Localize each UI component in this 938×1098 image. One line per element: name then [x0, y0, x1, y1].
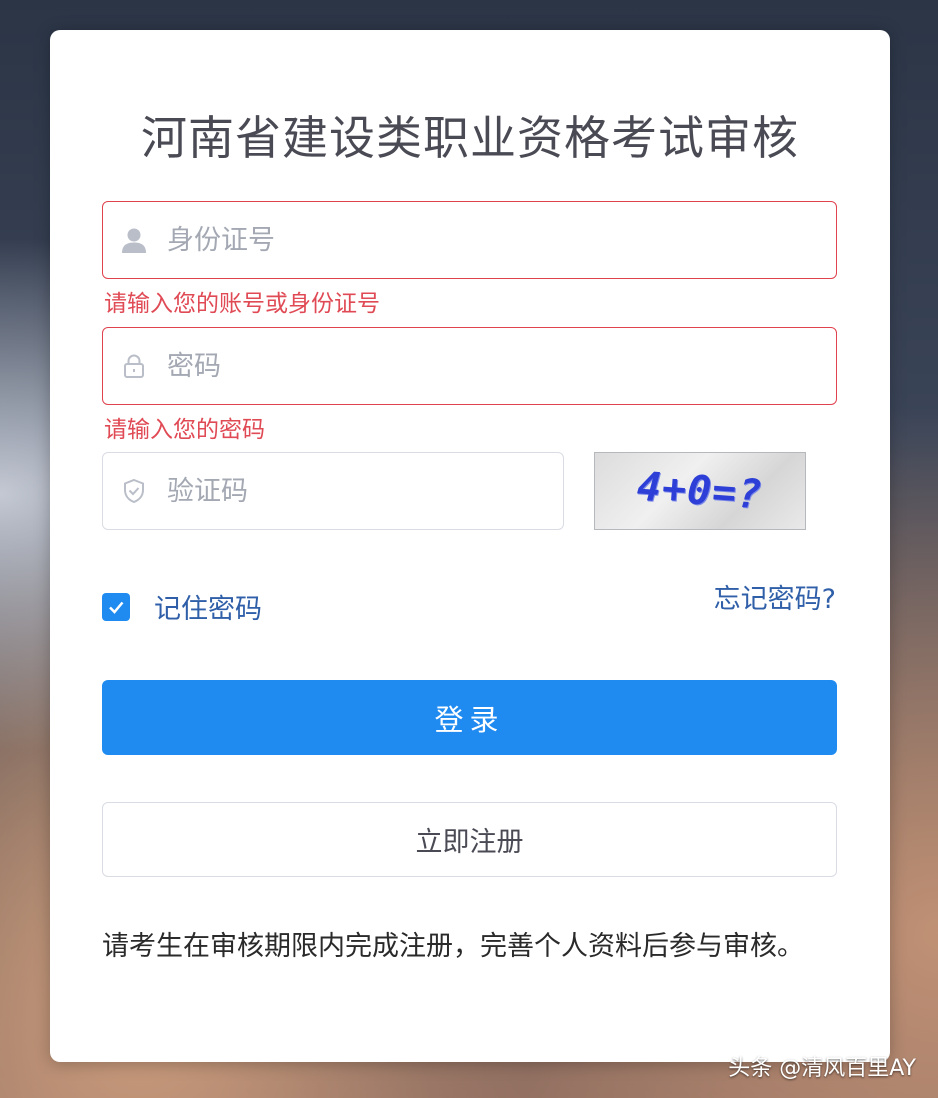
- password-error: 请输入您的密码: [104, 417, 265, 443]
- registration-notice: 请考生在审核期限内完成注册，完善个人资料后参与审核。: [102, 931, 804, 962]
- watermark: 头条 @清风百里AY: [728, 1056, 916, 1081]
- id-number-field[interactable]: [102, 201, 837, 279]
- id-number-error: 请输入您的账号或身份证号: [104, 291, 380, 317]
- login-button[interactable]: 登录: [102, 680, 837, 755]
- captcha-field[interactable]: [102, 452, 564, 530]
- remember-checkbox[interactable]: [102, 592, 130, 621]
- id-number-input[interactable]: [167, 202, 836, 278]
- captcha-image[interactable]: 4+0=?: [594, 452, 806, 530]
- remember-password-toggle[interactable]: 记住密码: [102, 587, 262, 626]
- login-card: 河南省建设类职业资格考试审核 请输入您的账号或身份证号 请输入您的密码: [50, 30, 890, 1062]
- captcha-text: 4+0=?: [635, 463, 765, 519]
- lock-icon: [117, 349, 151, 383]
- forgot-password-link[interactable]: 忘记密码?: [714, 577, 836, 616]
- page-title: 河南省建设类职业资格考试审核: [141, 111, 799, 165]
- checkmark-icon: [109, 601, 124, 614]
- captcha-input[interactable]: [167, 453, 563, 529]
- password-field[interactable]: [102, 327, 837, 405]
- shield-icon: [117, 474, 151, 508]
- register-button[interactable]: 立即注册: [102, 802, 837, 877]
- remember-label: 记住密码: [154, 594, 262, 625]
- password-input[interactable]: [167, 328, 836, 404]
- user-icon: [117, 223, 151, 257]
